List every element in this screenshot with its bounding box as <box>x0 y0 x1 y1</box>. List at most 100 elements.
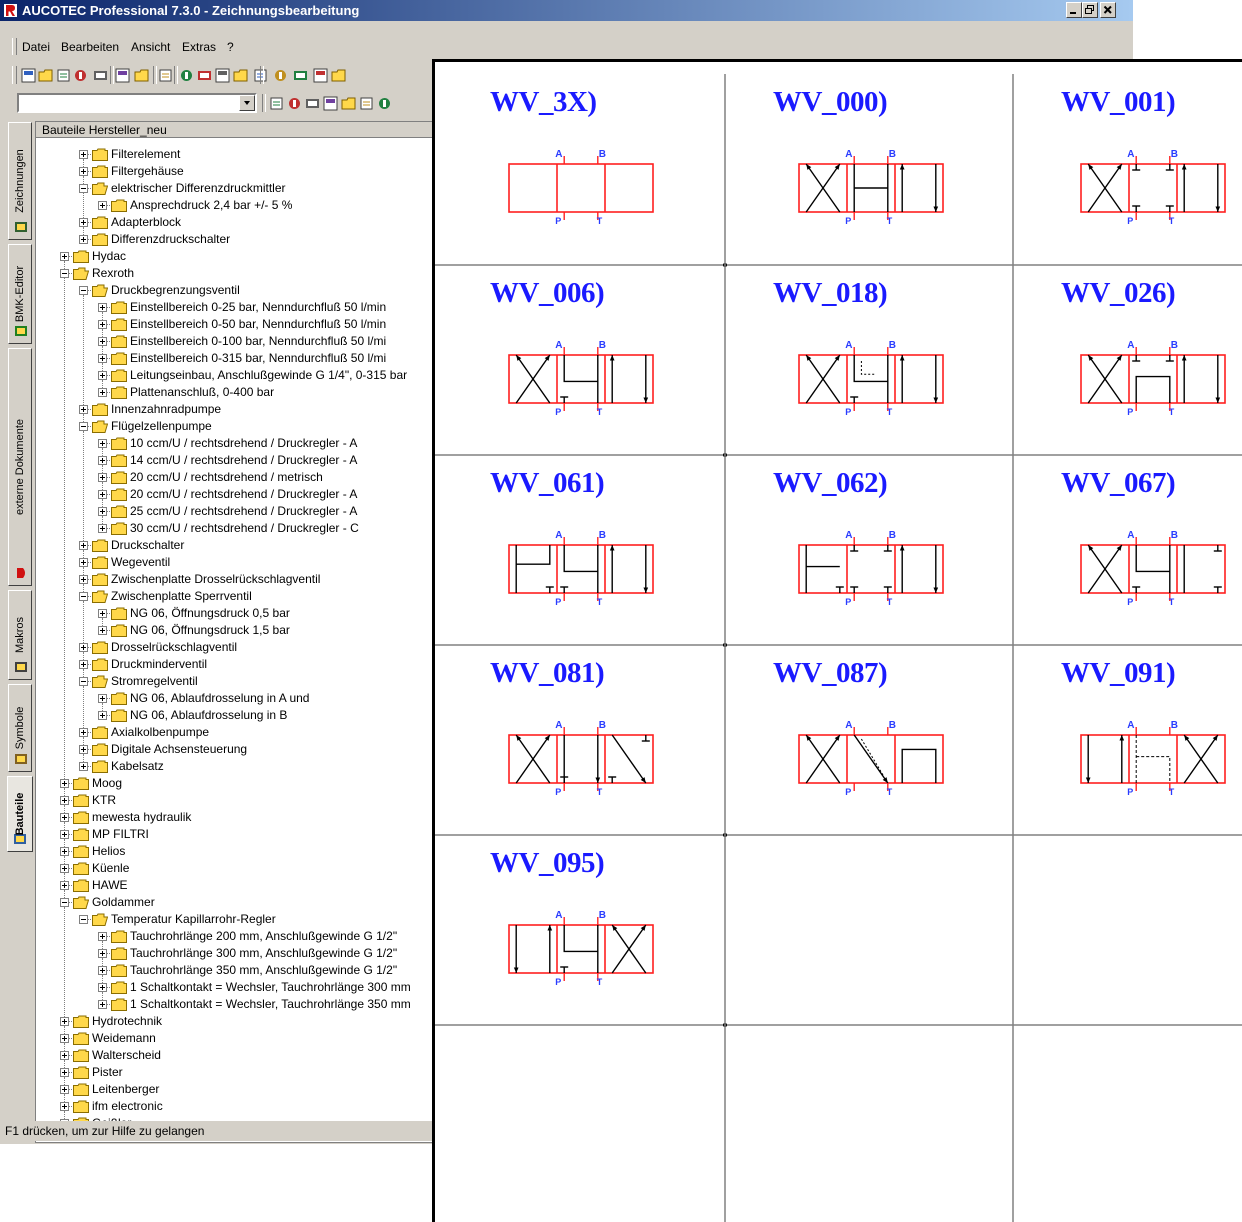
tree-node[interactable]: Einstellbereich 0-100 bar, Nenndurchfluß… <box>36 333 436 350</box>
symbol-cell[interactable]: WV_026) A B P T <box>1013 265 1242 455</box>
collapse-toggle-icon[interactable] <box>60 269 69 278</box>
expand-toggle-icon[interactable] <box>98 694 107 703</box>
tree-node[interactable]: NG 06, Ablaufdrosselung in B <box>36 707 436 724</box>
tree-node[interactable]: Tauchrohrlänge 300 mm, Anschlußgewinde G… <box>36 945 436 962</box>
expand-toggle-icon[interactable] <box>60 252 69 261</box>
tree-node[interactable]: NG 06, Öffnungsdruck 1,5 bar <box>36 622 436 639</box>
tree-node[interactable]: Innenzahnradpumpe <box>36 401 436 418</box>
expand-toggle-icon[interactable] <box>98 320 107 329</box>
report-button[interactable] <box>292 67 309 84</box>
tree-node[interactable]: Stromregelventil <box>36 673 436 690</box>
grid-button[interactable] <box>196 67 213 84</box>
tree-node[interactable]: Moog <box>36 775 436 792</box>
tree-node[interactable]: Tauchrohrlänge 350 mm, Anschlußgewinde G… <box>36 962 436 979</box>
menu-bearbeiten[interactable]: Bearbeiten <box>61 40 119 54</box>
tree-node[interactable]: 10 ccm/U / rechtsdrehend / Druckregler -… <box>36 435 436 452</box>
tab-externe-dokumente[interactable]: externe Dokumente <box>8 348 32 586</box>
tab-bmk-editor[interactable]: BMK-Editor <box>8 244 32 344</box>
menu-ansicht[interactable]: Ansicht <box>131 40 170 54</box>
expand-toggle-icon[interactable] <box>60 1017 69 1026</box>
expand-toggle-icon[interactable] <box>79 167 88 176</box>
minimize-button[interactable] <box>1066 2 1082 18</box>
undo-button[interactable] <box>340 95 357 112</box>
search-button[interactable] <box>358 95 375 112</box>
expand-toggle-icon[interactable] <box>79 405 88 414</box>
symbol-cell[interactable]: WV_061) A B P T <box>435 455 725 645</box>
print-button[interactable] <box>114 67 131 84</box>
tree-node[interactable]: 1 Schaltkontakt = Wechsler, Tauchrohrlän… <box>36 996 436 1013</box>
tree-node[interactable]: ifm electronic <box>36 1098 436 1115</box>
tree-node[interactable]: NG 06, Öffnungsdruck 0,5 bar <box>36 605 436 622</box>
collapse-toggle-icon[interactable] <box>60 898 69 907</box>
tree-node[interactable]: mewesta hydraulik <box>36 809 436 826</box>
menu-grip[interactable] <box>12 38 17 55</box>
help-button[interactable] <box>157 67 174 84</box>
tree-node[interactable]: Digitale Achsensteuerung <box>36 741 436 758</box>
preview-button[interactable] <box>133 67 150 84</box>
expand-toggle-icon[interactable] <box>60 1034 69 1043</box>
expand-toggle-icon[interactable] <box>60 779 69 788</box>
save-button[interactable] <box>20 67 37 84</box>
tree-node[interactable]: Filtergehäuse <box>36 163 436 180</box>
symbol-cell[interactable]: WV_081) A B P T <box>435 645 725 835</box>
collapse-toggle-icon[interactable] <box>79 915 88 924</box>
menu-datei[interactable]: Datei <box>22 40 50 54</box>
symbol-cell[interactable]: WV_001) A B P T <box>1013 74 1242 264</box>
find-button[interactable] <box>376 95 393 112</box>
tree-node[interactable]: Tauchrohrlänge 200 mm, Anschlußgewinde G… <box>36 928 436 945</box>
expand-toggle-icon[interactable] <box>98 711 107 720</box>
tree-node[interactable]: Einstellbereich 0-50 bar, Nenndurchfluß … <box>36 316 436 333</box>
close-button[interactable] <box>1100 2 1116 18</box>
tree-node[interactable]: Druckschalter <box>36 537 436 554</box>
title-bar[interactable]: AUCOTEC Professional 7.3.0 - Zeichnungsb… <box>0 0 1133 21</box>
expand-toggle-icon[interactable] <box>60 796 69 805</box>
property-button[interactable] <box>232 67 249 84</box>
tree-node[interactable]: Küenle <box>36 860 436 877</box>
expand-toggle-icon[interactable] <box>60 881 69 890</box>
expand-toggle-icon[interactable] <box>98 507 107 516</box>
open-button[interactable] <box>55 67 72 84</box>
tree-node[interactable]: Kabelsatz <box>36 758 436 775</box>
collapse-toggle-icon[interactable] <box>79 184 88 193</box>
tree-node[interactable]: Adapterblock <box>36 214 436 231</box>
expand-toggle-icon[interactable] <box>79 235 88 244</box>
page-button[interactable] <box>268 95 285 112</box>
expand-toggle-icon[interactable] <box>98 439 107 448</box>
symbol-cell[interactable]: WV_087) A B P T <box>725 645 1013 835</box>
tab-symbole[interactable]: Symbole <box>8 684 32 772</box>
forward-button[interactable] <box>304 95 321 112</box>
expand-toggle-icon[interactable] <box>98 388 107 397</box>
symbol-cell[interactable]: WV_018) A B P T <box>725 265 1013 455</box>
tree-node[interactable]: Druckminderventil <box>36 656 436 673</box>
tree-node[interactable]: 20 ccm/U / rechtsdrehend / Druckregler -… <box>36 486 436 503</box>
expand-toggle-icon[interactable] <box>60 1102 69 1111</box>
copy-button[interactable] <box>37 67 54 84</box>
import-button[interactable] <box>92 67 109 84</box>
menu-extras[interactable]: Extras <box>182 40 216 54</box>
drawing-canvas[interactable]: WV_3X) A B P T WV_000) A B P T WV_001) A … <box>432 59 1242 1222</box>
expand-toggle-icon[interactable] <box>98 201 107 210</box>
expand-toggle-icon[interactable] <box>79 150 88 159</box>
expand-toggle-icon[interactable] <box>98 354 107 363</box>
symbol-cell[interactable]: WV_3X) A B P T <box>435 74 725 264</box>
back-button[interactable] <box>286 95 303 112</box>
tree-node[interactable]: KTR <box>36 792 436 809</box>
symbol-cell[interactable]: WV_095) A B P T <box>435 835 725 1025</box>
expand-toggle-icon[interactable] <box>60 813 69 822</box>
tree-node[interactable]: Walterscheid <box>36 1047 436 1064</box>
expand-toggle-icon[interactable] <box>79 728 88 737</box>
tree-node[interactable]: Hydac <box>36 248 436 265</box>
window-button[interactable] <box>178 67 195 84</box>
expand-toggle-icon[interactable] <box>98 1000 107 1009</box>
tree-node[interactable]: Einstellbereich 0-25 bar, Nenndurchfluß … <box>36 299 436 316</box>
tree-node[interactable]: Temperatur Kapillarrohr-Regler <box>36 911 436 928</box>
tree-node[interactable]: Differenzdruckschalter <box>36 231 436 248</box>
expand-toggle-icon[interactable] <box>79 660 88 669</box>
expand-toggle-icon[interactable] <box>79 218 88 227</box>
expand-toggle-icon[interactable] <box>60 847 69 856</box>
expand-toggle-icon[interactable] <box>60 1068 69 1077</box>
tree-node[interactable]: Rexroth <box>36 265 436 282</box>
tree-node[interactable]: Goldammer <box>36 894 436 911</box>
expand-toggle-icon[interactable] <box>98 932 107 941</box>
symbol-cell[interactable]: WV_006) A B P T <box>435 265 725 455</box>
